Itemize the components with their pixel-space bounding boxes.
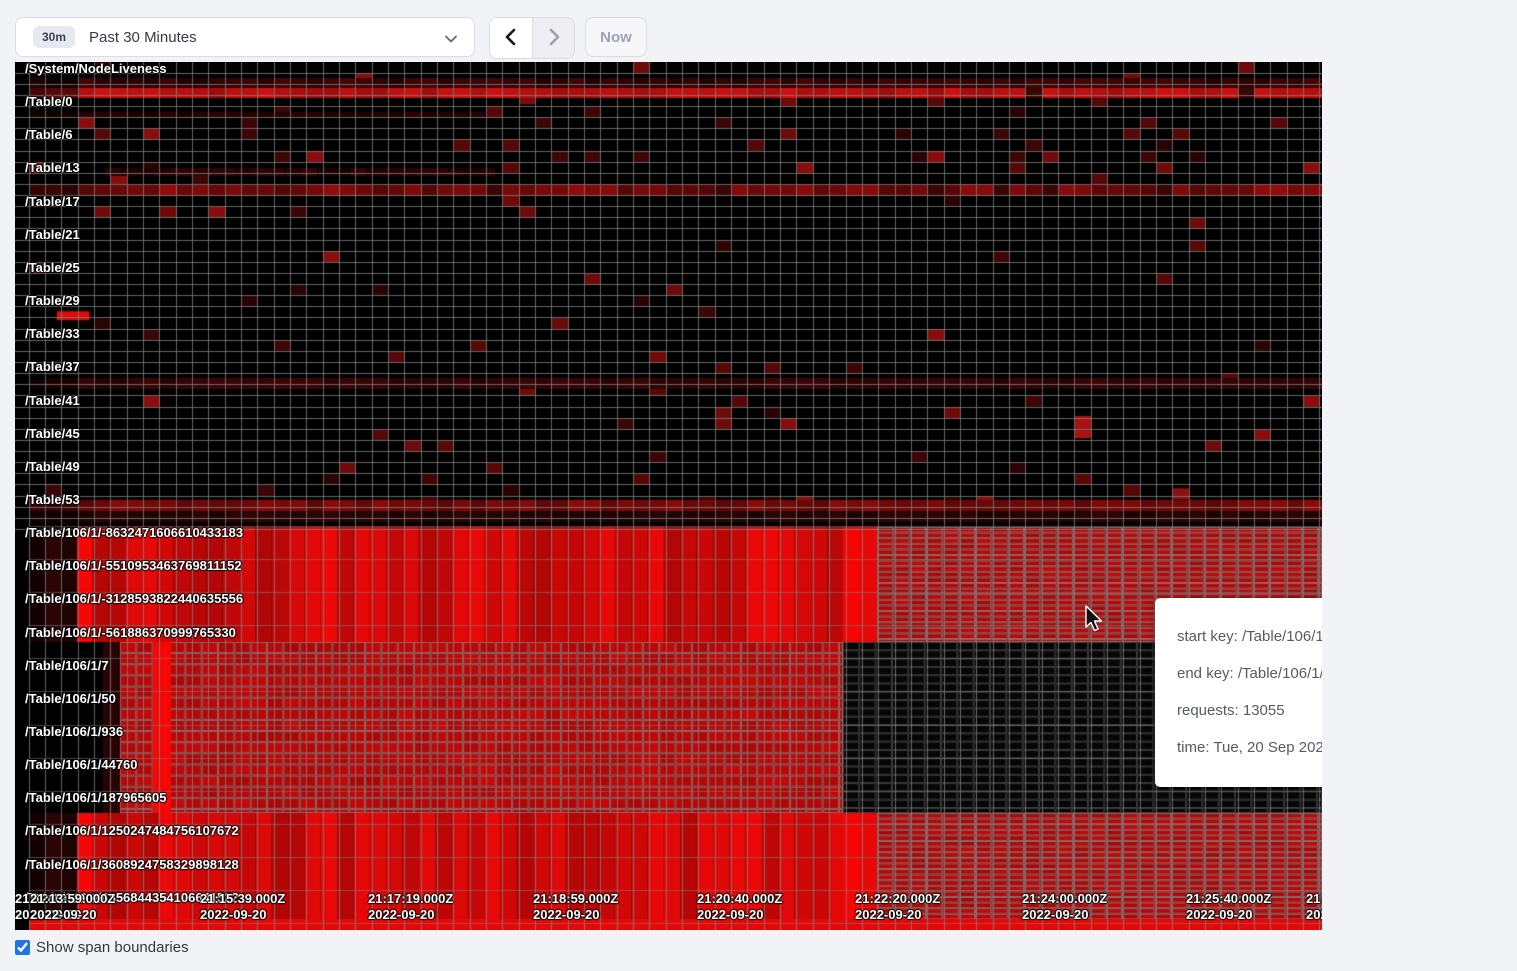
show-span-boundaries-label: Show span boundaries — [36, 939, 189, 956]
forward-button[interactable] — [532, 18, 574, 58]
time-nav-group — [489, 17, 575, 59]
tooltip-line: requests: 13055 — [1177, 700, 1322, 722]
chevron-down-icon — [444, 32, 458, 51]
time-range-select[interactable]: 30m Past 30 Minutes — [15, 17, 475, 57]
chevron-left-icon — [503, 28, 519, 49]
heatmap-canvas[interactable] — [15, 62, 1322, 930]
tooltip-line: time: Tue, 20 Sep 2022 21:24:40 GMT — [1177, 737, 1322, 759]
chevron-right-icon — [546, 28, 562, 49]
time-range-badge: 30m — [33, 26, 75, 48]
show-span-boundaries-checkbox[interactable] — [15, 940, 30, 955]
key-visualizer: /System/NodeLiveness/Table/0/Table/6/Tab… — [15, 62, 1322, 930]
show-span-boundaries-row: Show span boundaries — [15, 939, 189, 956]
tooltip-line: start key: /Table/106/1/-247433150824388… — [1177, 626, 1322, 648]
tooltip: start key: /Table/106/1/-247433150824388… — [1155, 598, 1322, 787]
tooltip-line: end key: /Table/106/1/-18683814745282642… — [1177, 663, 1322, 685]
toolbar: 30m Past 30 Minutes Now — [0, 0, 1517, 62]
now-button[interactable]: Now — [585, 17, 647, 57]
time-range-label: Past 30 Minutes — [89, 29, 197, 46]
back-button[interactable] — [490, 18, 532, 58]
